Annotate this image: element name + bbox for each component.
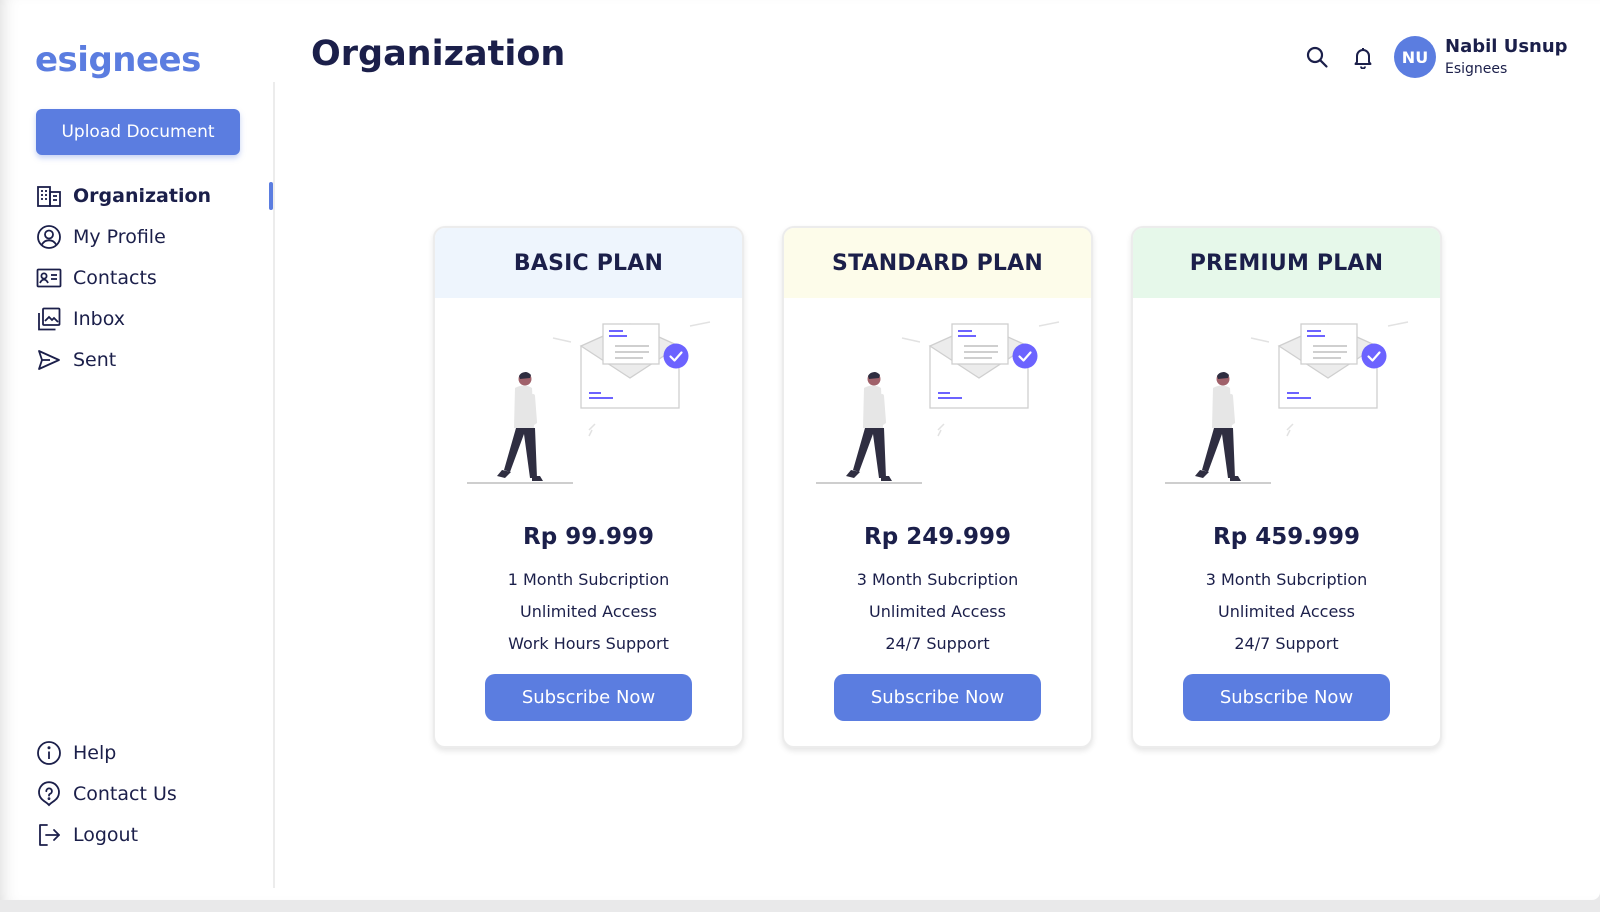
plan-feature: Unlimited Access [520, 602, 657, 621]
subscribe-button[interactable]: Subscribe Now [834, 674, 1041, 721]
inbox-icon [36, 306, 62, 332]
plan-card-premium: PREMIUM PLAN Rp 459.999 3 Month Subcript… [1131, 226, 1442, 748]
plan-title: PREMIUM PLAN [1133, 228, 1440, 298]
sidebar-item-label: Sent [73, 349, 117, 371]
sidebar-item-label: Organization [73, 185, 212, 207]
sidebar-item-label: Logout [73, 824, 139, 846]
plan-illustration [1163, 318, 1413, 488]
user-organization: Esignees [1445, 61, 1508, 77]
avatar[interactable]: NU [1394, 36, 1436, 78]
plan-feature: Unlimited Access [1218, 602, 1355, 621]
sidebar-item-logout[interactable]: Logout [36, 820, 138, 850]
plan-title: STANDARD PLAN [784, 228, 1091, 298]
sidebar-divider [273, 82, 275, 888]
sidebar-item-label: Inbox [73, 308, 125, 330]
plan-card-standard: STANDARD PLAN Rp 249.999 3 Month Subcrip… [782, 226, 1093, 748]
plan-feature: 3 Month Subcription [856, 570, 1019, 589]
user-name: Nabil Usnup [1445, 36, 1568, 57]
sidebar-item-label: Contacts [73, 267, 157, 289]
sidebar-item-organization[interactable]: Organization [36, 181, 211, 211]
sidebar-item-my-profile[interactable]: My Profile [36, 222, 166, 252]
upload-document-button[interactable]: Upload Document [36, 109, 240, 155]
search-icon[interactable] [1304, 44, 1330, 70]
sidebar-item-inbox[interactable]: Inbox [36, 304, 125, 334]
plan-price: Rp 249.999 [864, 524, 1011, 550]
plan-feature: 1 Month Subcription [507, 570, 670, 589]
sidebar-item-contacts[interactable]: Contacts [36, 263, 157, 293]
plan-title: BASIC PLAN [435, 228, 742, 298]
sidebar-item-sent[interactable]: Sent [36, 345, 116, 375]
info-icon [36, 740, 62, 766]
plan-feature: Unlimited Access [869, 602, 1006, 621]
send-icon [36, 347, 62, 373]
app-window: esignees Upload Document Organization My… [0, 0, 1600, 900]
plan-card-basic: BASIC PLAN Rp 99.999 1 Month Subcription… [433, 226, 744, 748]
sidebar: esignees Upload Document Organization My… [0, 0, 274, 900]
profile-icon [36, 224, 62, 250]
bell-icon[interactable] [1350, 44, 1376, 70]
plan-illustration [465, 318, 715, 488]
plan-price: Rp 99.999 [523, 524, 654, 550]
subscribe-button[interactable]: Subscribe Now [1183, 674, 1390, 721]
subscribe-button[interactable]: Subscribe Now [485, 674, 692, 721]
question-icon [36, 781, 62, 807]
logout-icon [36, 822, 62, 848]
brand-logo[interactable]: esignees [35, 40, 201, 80]
plan-feature: 24/7 Support [1234, 634, 1339, 653]
active-indicator [269, 182, 273, 210]
plan-feature: 24/7 Support [885, 634, 990, 653]
sidebar-item-label: Contact Us [73, 783, 177, 805]
plan-feature: Work Hours Support [508, 634, 669, 653]
sidebar-item-label: My Profile [73, 226, 166, 248]
plan-illustration [814, 318, 1064, 488]
sidebar-item-label: Help [73, 742, 117, 764]
sidebar-item-contact-us[interactable]: Contact Us [36, 779, 177, 809]
sidebar-item-help[interactable]: Help [36, 738, 116, 768]
contacts-icon [36, 265, 62, 291]
plan-feature: 3 Month Subcription [1205, 570, 1368, 589]
plan-price: Rp 459.999 [1213, 524, 1360, 550]
page-title: Organization [311, 34, 566, 74]
organization-icon [36, 183, 62, 209]
